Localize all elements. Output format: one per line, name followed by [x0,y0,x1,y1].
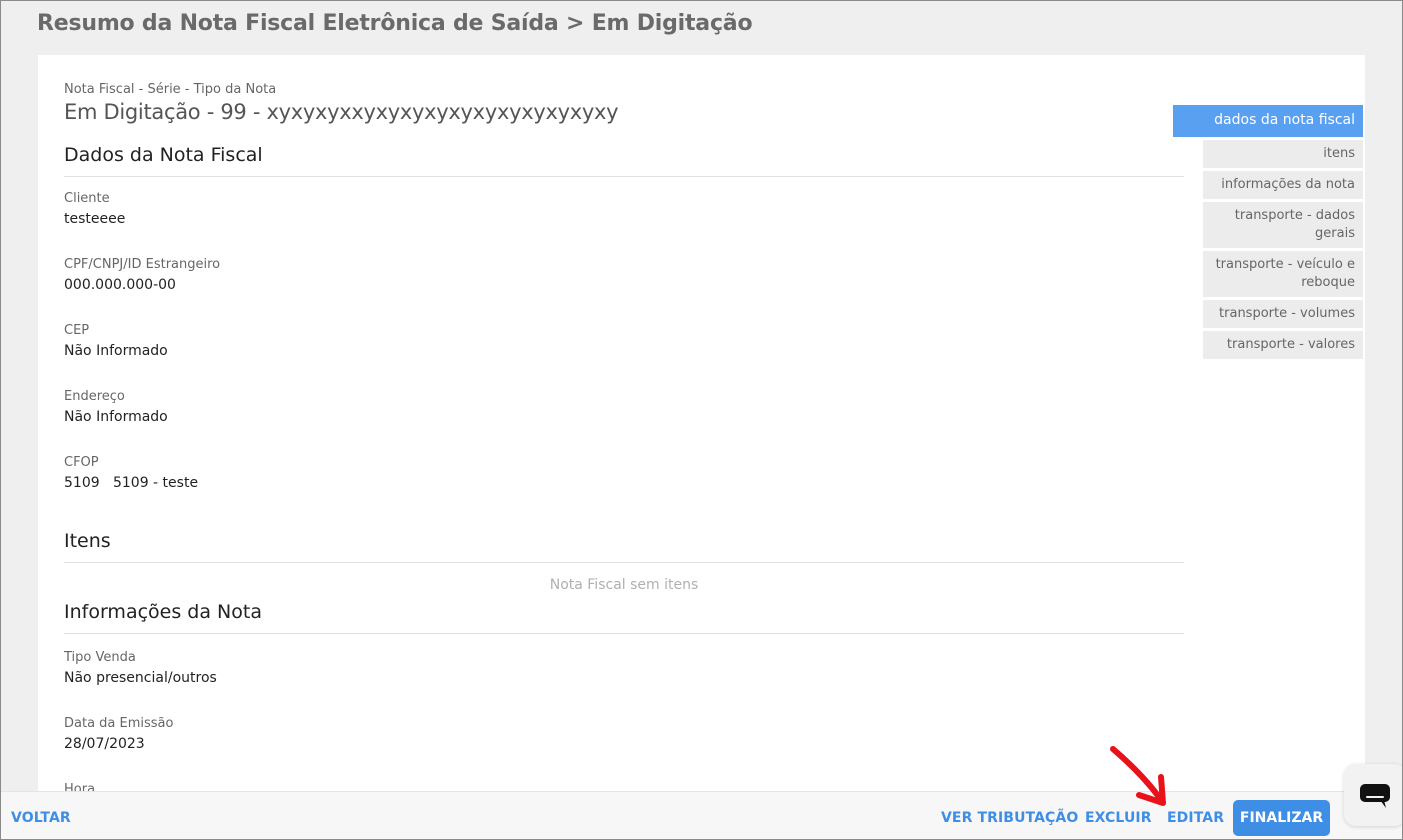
section-nav-item-dados[interactable]: dados da nota fiscal [1173,105,1363,137]
section-nav-item-informacoes[interactable]: informações da nota [1203,171,1363,199]
field-value-endereco: Não Informado [64,409,168,425]
section-nav-item-transporte-valores[interactable]: transporte - valores [1203,331,1363,359]
section-title-informacoes: Informações da Nota [64,601,1184,634]
section-nav-item-transporte-dados-gerais[interactable]: transporte - dados gerais [1203,202,1363,248]
red-arrow-annotation [1101,743,1181,817]
field-label-cpf: CPF/CNPJ/ID Estrangeiro [64,257,221,272]
field-label-tipo-venda: Tipo Venda [64,650,136,665]
section-nav-item-transporte-veiculo[interactable]: transporte - veículo e reboque [1203,251,1363,297]
chat-widget-button[interactable] [1344,764,1402,826]
finalize-button[interactable]: FINALIZAR [1233,800,1330,836]
section-nav: dados da nota fiscal itens informações d… [1173,105,1363,362]
header-label: Nota Fiscal - Série - Tipo da Nota [64,82,277,97]
header-title: Em Digitação - 99 - xyxyxyxxyxyxyxyxyxyx… [64,100,619,124]
chat-bubble-icon [1360,784,1390,808]
action-bar: VOLTAR VER TRIBUTAÇÃO EXCLUIR EDITAR FIN… [1,791,1402,839]
itens-empty-message: Nota Fiscal sem itens [549,577,699,593]
field-value-cliente: testeeee [64,211,126,227]
field-value-cfop: 5109 5109 - teste [64,475,199,491]
field-label-cfop: CFOP [64,455,99,470]
section-nav-item-transporte-volumes[interactable]: transporte - volumes [1203,300,1363,328]
field-label-endereco: Endereço [64,389,125,404]
field-value-data-emissao: 28/07/2023 [64,736,145,752]
field-label-data-emissao: Data da Emissão [64,716,174,731]
field-value-cpf: 000.000.000-00 [64,277,176,293]
section-nav-item-itens[interactable]: itens [1203,140,1363,168]
app-window: Resumo da Nota Fiscal Eletrônica de Saíd… [0,0,1403,840]
field-label-cep: CEP [64,323,90,338]
section-title-dados: Dados da Nota Fiscal [64,144,1184,177]
field-value-cep: Não Informado [64,343,168,359]
field-label-cliente: Cliente [64,191,110,206]
section-title-itens: Itens [64,530,1184,563]
field-value-tipo-venda: Não presencial/outros [64,670,217,686]
view-taxation-button[interactable]: VER TRIBUTAÇÃO [941,810,1078,826]
nota-fiscal-summary-card: Nota Fiscal - Série - Tipo da Nota Em Di… [38,55,1365,791]
field-label-hora: Hora [64,782,96,791]
back-button[interactable]: VOLTAR [11,810,71,826]
page-title: Resumo da Nota Fiscal Eletrônica de Saíd… [37,11,753,36]
